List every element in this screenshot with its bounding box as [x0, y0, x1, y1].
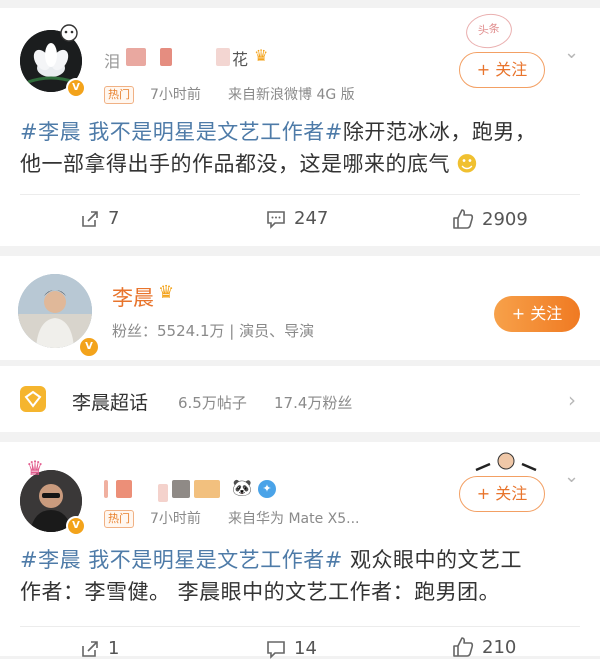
supertopic-posts: 6.5万帖子 [178, 394, 247, 412]
repost-icon [82, 210, 98, 227]
like-icon [453, 209, 474, 229]
like-icon [453, 637, 474, 657]
post-content: #李晨 我不是明星是文艺工作者#除开范冰冰，跑男， 他一部拿得出手的作品都没，这… [20, 116, 582, 180]
post-content: #李晨 我不是明星是文艺工作者# 观众眼中的文艺工 作者：李雪健。 李晨眼中的文… [20, 544, 582, 608]
content-text: 他一部拿得出手的作品都没，这是哪来的底气 [20, 152, 450, 176]
name-blur [104, 480, 108, 498]
follow-button[interactable]: + 关注 [459, 52, 545, 88]
like-action[interactable]: 2909 [452, 208, 528, 230]
name-blur [216, 48, 230, 66]
name-blur [160, 48, 172, 66]
emoji-icon: ☻ [456, 152, 479, 176]
comment-action[interactable]: 247 [266, 208, 328, 229]
crown-icon: ♛ [254, 46, 269, 65]
like-action[interactable]: 210 [452, 636, 516, 658]
topic-link[interactable]: #李晨 我不是明星是文艺工作者# [20, 548, 343, 572]
supertopic-fans: 17.4万粉丝 [274, 394, 353, 412]
comment-icon [267, 210, 285, 229]
name-blur [158, 484, 168, 502]
name-blur [116, 480, 132, 498]
verified-badge: V [66, 78, 86, 98]
post-source: 来自新浪微博 4G 版 [228, 87, 355, 103]
post-card-2: ♛ V 🐼 ✦ 热门 7小时前 来自华为 Mate X5... + 关注 ⌄ #… [0, 442, 600, 659]
sticker-decoration [474, 450, 538, 476]
follow-button[interactable]: + 关注 [459, 476, 545, 512]
profile-followers: 粉丝：5524.1万 | 演员、导演 [112, 322, 315, 340]
content-text: 除开范冰冰，跑男， [342, 120, 537, 144]
divider [20, 194, 580, 195]
post-time: 7小时前 [150, 511, 201, 527]
content-text: 作者：李雪健。 李晨眼中的文艺工作者：跑男团。 [20, 580, 501, 604]
person-avatar-icon [18, 274, 92, 348]
post-source: 来自华为 Mate X5... [228, 511, 360, 527]
profile-name[interactable]: 李晨 [112, 282, 154, 312]
name-blur [172, 480, 190, 498]
verified-badge: V [78, 336, 100, 358]
author-name-fragment[interactable]: 花 [232, 46, 248, 70]
supertopic-title: 李晨超话 [72, 392, 149, 414]
supertopic-card[interactable]: 李晨超话 6.5万帖子 17.4万粉丝 › [0, 366, 600, 432]
post-card-1: V 泪 花 ♛ 热门 7小时前 来自新浪微博 4G 版 头条 + 关注 ⌄ #李… [0, 8, 600, 246]
supertopic-icon [20, 386, 46, 412]
chevron-right-icon[interactable]: › [568, 388, 576, 412]
stamp-decoration: 头条 [463, 10, 515, 52]
repost-count: 7 [108, 208, 120, 229]
level-badge-icon: ✦ [258, 480, 276, 498]
name-blur [194, 480, 220, 498]
chevron-down-icon[interactable]: ⌄ [564, 42, 579, 63]
content-text: 观众眼中的文艺工 [342, 548, 523, 572]
follow-button[interactable]: + 关注 [494, 296, 580, 332]
verified-badge: V [66, 516, 86, 536]
like-count: 2909 [482, 208, 528, 230]
panda-icon: 🐼 [232, 478, 252, 497]
chevron-down-icon[interactable]: ⌄ [564, 466, 579, 487]
author-name-fragment[interactable]: 泪 [104, 48, 120, 72]
mascot-icon [60, 24, 78, 42]
comment-count: 247 [294, 208, 329, 229]
post-time: 7小时前 [150, 87, 201, 103]
hot-tag: 热门 [104, 510, 134, 528]
name-blur [126, 48, 146, 66]
divider [20, 626, 580, 627]
avatar[interactable] [18, 274, 92, 348]
profile-card[interactable]: V 李晨 ♛ 粉丝：5524.1万 | 演员、导演 + 关注 [0, 256, 600, 360]
topic-link[interactable]: #李晨 我不是明星是文艺工作者# [20, 120, 343, 144]
repost-action[interactable]: 7 [80, 208, 119, 229]
hot-tag: 热门 [104, 86, 134, 104]
like-count: 210 [482, 636, 517, 658]
crown-icon: ♛ [26, 456, 44, 480]
crown-icon: ♛ [158, 282, 175, 303]
